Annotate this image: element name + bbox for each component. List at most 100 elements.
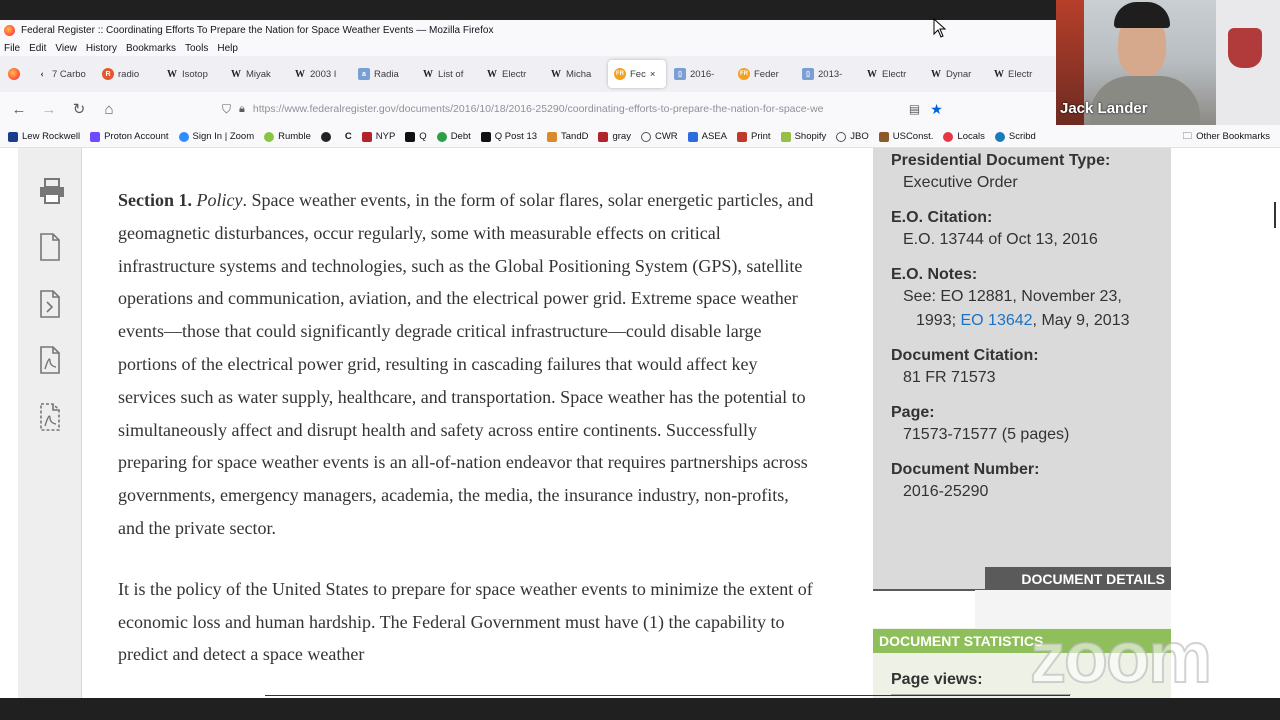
bookmark-item[interactable]: Scribd bbox=[994, 131, 1036, 142]
home-icon[interactable]: ⌂ bbox=[94, 101, 124, 118]
tab[interactable]: W Electr bbox=[860, 60, 922, 88]
tab[interactable]: FR Feder bbox=[732, 60, 794, 88]
tracking-shield-icon[interactable]: ⛉ bbox=[222, 102, 231, 117]
tab[interactable]: W Electr bbox=[988, 60, 1038, 88]
bookmark-favicon-icon bbox=[737, 131, 748, 142]
bookmark-favicon-icon bbox=[943, 131, 954, 142]
lock-icon[interactable]: 🔒︎ bbox=[239, 103, 245, 116]
meta-page: Page: 71573-71577 (5 pages) bbox=[891, 404, 1070, 443]
meta-eo-citation: E.O. Citation: E.O. 13744 of Oct 13, 201… bbox=[891, 209, 1098, 248]
tab[interactable]: W Dynar bbox=[924, 60, 986, 88]
reload-icon[interactable]: ↻ bbox=[64, 100, 94, 118]
bookmark-item[interactable]: Rumble bbox=[264, 131, 311, 142]
bookmark-item[interactable]: Print bbox=[737, 131, 771, 142]
tab[interactable]: W List of bbox=[416, 60, 478, 88]
bookmark-item[interactable]: Debt bbox=[436, 131, 471, 142]
bookmark-item[interactable]: Shopify bbox=[780, 131, 826, 142]
menu-help[interactable]: Help bbox=[217, 43, 238, 54]
wikipedia-icon: W bbox=[551, 68, 561, 80]
firefox-view-icon bbox=[8, 68, 20, 80]
bookmark-item[interactable]: C bbox=[345, 131, 352, 142]
menu-view[interactable]: View bbox=[55, 43, 77, 54]
webcam-overlay: Jack Lander bbox=[1056, 0, 1280, 125]
eo-13642-link[interactable]: EO 13642 bbox=[960, 312, 1032, 329]
other-bookmarks[interactable]: 🗀 Other Bookmarks bbox=[1183, 129, 1270, 145]
wikipedia-icon: W bbox=[231, 68, 241, 80]
menu-bookmarks[interactable]: Bookmarks bbox=[126, 43, 176, 54]
bookmarks-toolbar: Lew Rockwell Proton Account Sign In | Zo… bbox=[0, 126, 1280, 148]
wikipedia-icon: W bbox=[994, 68, 1004, 80]
scrollbar-thumb[interactable] bbox=[1274, 202, 1276, 228]
window-title: Federal Register :: Coordinating Efforts… bbox=[21, 24, 494, 36]
tab[interactable]: W Miyak bbox=[224, 60, 286, 88]
bookmark-item[interactable]: Lew Rockwell bbox=[8, 131, 80, 142]
policy-label: Policy bbox=[196, 190, 243, 210]
favicon-icon: R bbox=[102, 68, 114, 80]
bookmark-item[interactable]: Q Post 13 bbox=[480, 131, 537, 142]
reader-view-icon[interactable]: ▤ bbox=[909, 102, 920, 116]
tab[interactable]: ▯ 2013- bbox=[796, 60, 858, 88]
bookmark-star-icon[interactable]: ★ bbox=[930, 101, 943, 118]
bookmark-item[interactable]: JBO bbox=[836, 131, 869, 142]
bookmark-favicon-icon bbox=[598, 131, 609, 142]
tab[interactable]: ▯ 2016- bbox=[668, 60, 730, 88]
forward-arrow-icon[interactable]: → bbox=[34, 101, 64, 118]
presenter-cap bbox=[1114, 2, 1170, 28]
document-arrow-icon[interactable] bbox=[38, 289, 64, 319]
policy-paragraph: It is the policy of the United States to… bbox=[118, 578, 813, 665]
bookmark-favicon-icon bbox=[405, 131, 416, 142]
url-text[interactable]: https://www.federalregister.gov/document… bbox=[253, 103, 899, 115]
public-inspection-pdf-icon[interactable] bbox=[38, 402, 64, 432]
bookmark-favicon-icon bbox=[8, 131, 18, 142]
federal-register-icon: FR bbox=[738, 68, 750, 80]
menu-file[interactable]: File bbox=[4, 43, 20, 54]
bookmark-item[interactable]: Sign In | Zoom bbox=[178, 131, 254, 142]
bookmark-item[interactable]: TandD bbox=[547, 131, 588, 142]
bookmark-item[interactable]: gray bbox=[598, 131, 631, 142]
bookmark-item[interactable]: Q bbox=[405, 131, 427, 142]
bookmark-item[interactable]: Proton Account bbox=[90, 131, 169, 142]
wikipedia-icon: W bbox=[423, 68, 433, 80]
bookmark-favicon-icon bbox=[361, 131, 372, 142]
bookmark-favicon-icon bbox=[547, 131, 558, 142]
tab[interactable]: a Radia bbox=[352, 60, 414, 88]
bookmark-item[interactable]: NYP bbox=[361, 131, 395, 142]
tab[interactable]: Rradio bbox=[96, 60, 158, 88]
document-details-tab[interactable]: DOCUMENT DETAILS bbox=[985, 567, 1171, 590]
tab[interactable]: W Electr bbox=[480, 60, 542, 88]
flag bbox=[1216, 0, 1280, 125]
menu-tools[interactable]: Tools bbox=[185, 43, 208, 54]
executive-order-text: Section 1. Policy. Space weather events,… bbox=[118, 184, 818, 698]
print-icon[interactable] bbox=[38, 176, 64, 206]
tab[interactable]: ‹ 7 Carbo bbox=[30, 60, 94, 88]
section-heading: Section 1. bbox=[118, 190, 192, 210]
firefox-view-button[interactable] bbox=[0, 60, 28, 88]
meta-doc-number: Document Number: 2016-25290 bbox=[891, 461, 1040, 500]
globe-icon bbox=[640, 131, 651, 142]
address-bar[interactable]: ⛉ 🔒︎ https://www.federalregister.gov/doc… bbox=[222, 97, 972, 121]
menu-history[interactable]: History bbox=[86, 43, 117, 54]
bookmark-item[interactable]: Locals bbox=[943, 131, 985, 142]
page-margin bbox=[0, 148, 18, 698]
bookmark-favicon-icon bbox=[320, 131, 331, 142]
pdf-icon[interactable] bbox=[38, 345, 64, 375]
tab[interactable]: W Micha bbox=[544, 60, 606, 88]
bookmark-favicon-icon bbox=[480, 131, 491, 142]
bookmark-item[interactable]: USConst. bbox=[878, 131, 933, 142]
bookmark-item[interactable]: ASEA bbox=[687, 131, 727, 142]
bookmark-favicon-icon bbox=[264, 131, 275, 142]
back-arrow-icon[interactable]: ← bbox=[4, 101, 34, 118]
zoom-watermark: zoom bbox=[1029, 618, 1213, 698]
document-tools-rail bbox=[18, 148, 82, 698]
bookmark-favicon-icon bbox=[687, 131, 698, 142]
bookmark-item[interactable]: CWR bbox=[640, 131, 678, 142]
tab[interactable]: W Isotop bbox=[160, 60, 222, 88]
document-icon[interactable] bbox=[38, 232, 64, 262]
divider bbox=[265, 695, 1070, 696]
tab-active[interactable]: FR Fec × bbox=[608, 60, 666, 88]
tab[interactable]: W 2003 I bbox=[288, 60, 350, 88]
bookmark-item[interactable] bbox=[320, 131, 335, 142]
menu-edit[interactable]: Edit bbox=[29, 43, 46, 54]
flag-emblem bbox=[1228, 28, 1262, 68]
close-tab-icon[interactable]: × bbox=[650, 69, 656, 80]
